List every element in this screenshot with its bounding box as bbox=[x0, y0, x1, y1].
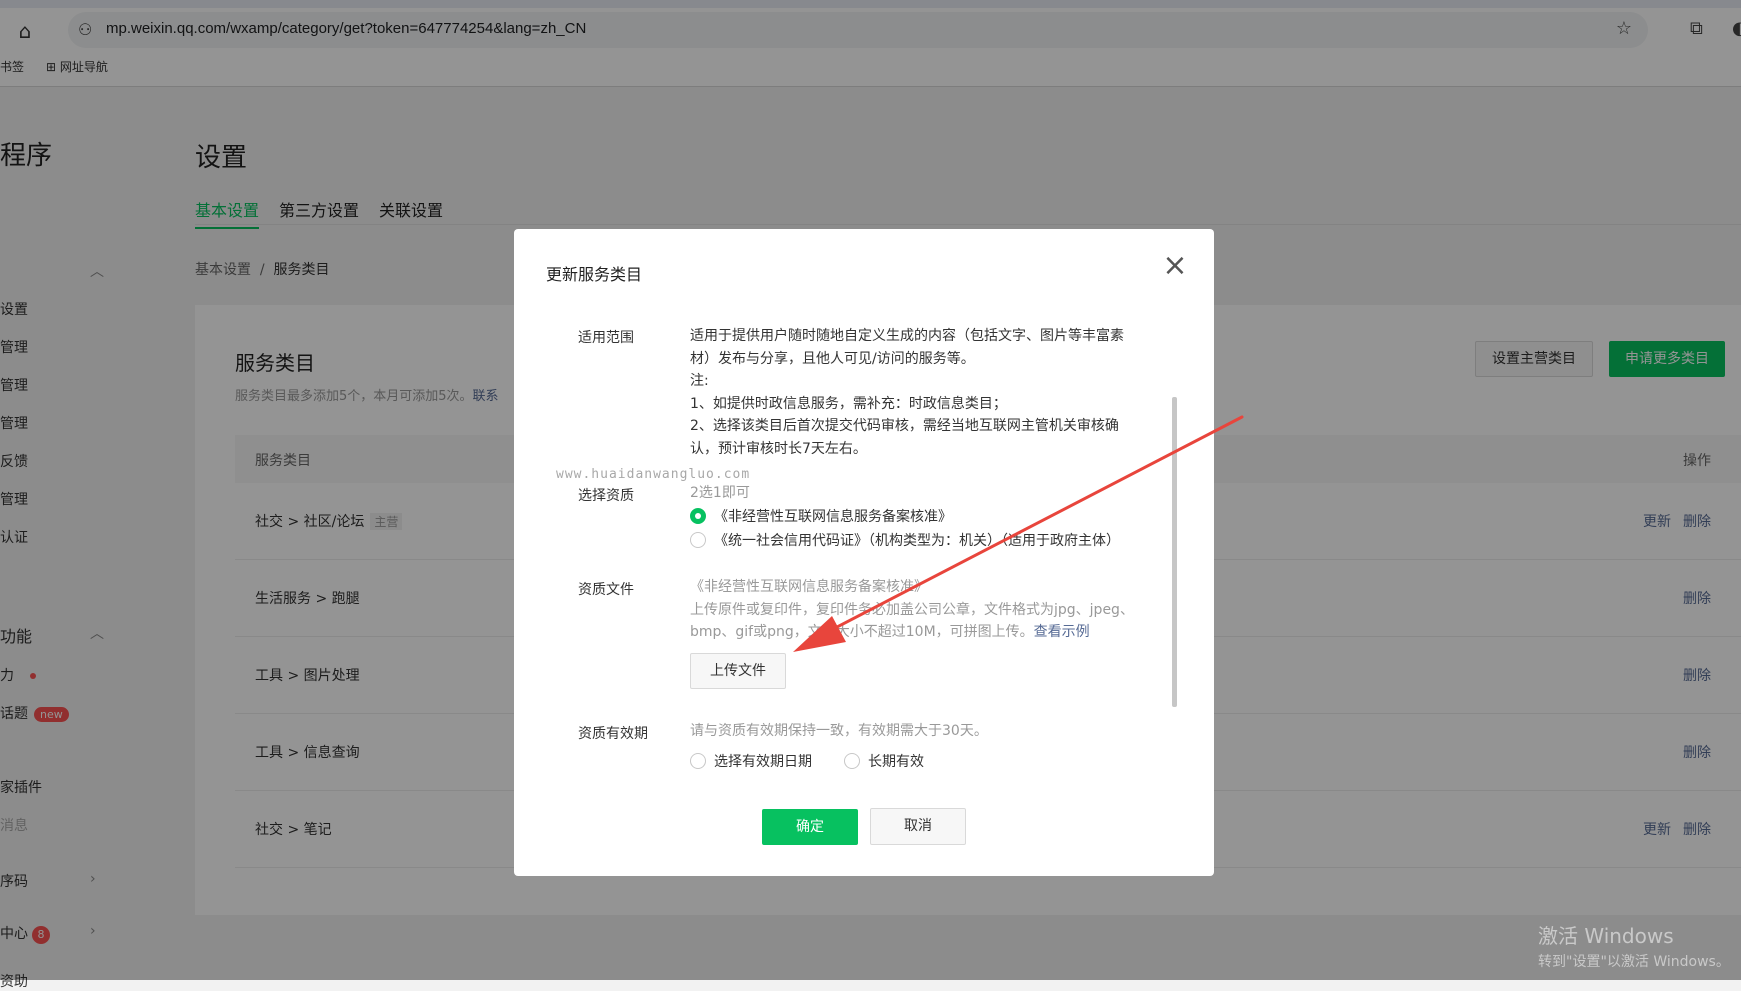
qualification-option[interactable]: 《非经营性互联网信息服务备案核准》 bbox=[690, 507, 952, 527]
upload-file-button[interactable]: 上传文件 bbox=[690, 653, 786, 689]
file-label: 资质文件 bbox=[578, 582, 634, 598]
dialog-title: 更新服务类目 bbox=[546, 265, 643, 284]
view-example-link[interactable]: 查看示例 bbox=[1034, 624, 1090, 640]
watermark-text: www.huaidanwangluo.com bbox=[556, 467, 751, 482]
qualification-hint: 2选1即可 bbox=[690, 485, 750, 501]
close-icon[interactable]: × bbox=[1160, 251, 1190, 281]
radio-unchecked[interactable] bbox=[844, 753, 860, 769]
validity-label: 资质有效期 bbox=[578, 726, 648, 742]
windows-activation-notice: 激活 Windows 转到"设置"以激活 Windows。 bbox=[1538, 924, 1730, 970]
qualification-option[interactable]: 《统一社会信用代码证》（机构类型为：机关）（适用于政府主体） bbox=[690, 531, 1120, 551]
confirm-button[interactable]: 确定 bbox=[762, 809, 858, 845]
qualification-label: 选择资质 bbox=[578, 488, 634, 504]
validity-option-date[interactable]: 选择有效期日期 bbox=[690, 752, 812, 772]
scope-text: 适用于提供用户随时随地自定义生成的内容（包括文字、图片等丰富素 材）发布与分享，… bbox=[690, 328, 1124, 457]
validity-option-permanent[interactable]: 长期有效 bbox=[844, 752, 924, 772]
file-info: 《非经营性互联网信息服务备案核准》 上传原件或复印件，复印件务必加盖公司公章，文… bbox=[690, 579, 1134, 640]
radio-unchecked[interactable] bbox=[690, 753, 706, 769]
scope-label: 适用范围 bbox=[578, 330, 634, 346]
update-category-dialog: 更新服务类目 × 适用范围 适用于提供用户随时随地自定义生成的内容（包括文字、图… bbox=[514, 229, 1214, 876]
validity-hint: 请与资质有效期保持一致，有效期需大于30天。 bbox=[690, 723, 988, 739]
cancel-button[interactable]: 取消 bbox=[870, 808, 966, 845]
dialog-scrollbar[interactable] bbox=[1172, 397, 1177, 707]
radio-checked[interactable] bbox=[690, 508, 706, 524]
radio-unchecked[interactable] bbox=[690, 532, 706, 548]
